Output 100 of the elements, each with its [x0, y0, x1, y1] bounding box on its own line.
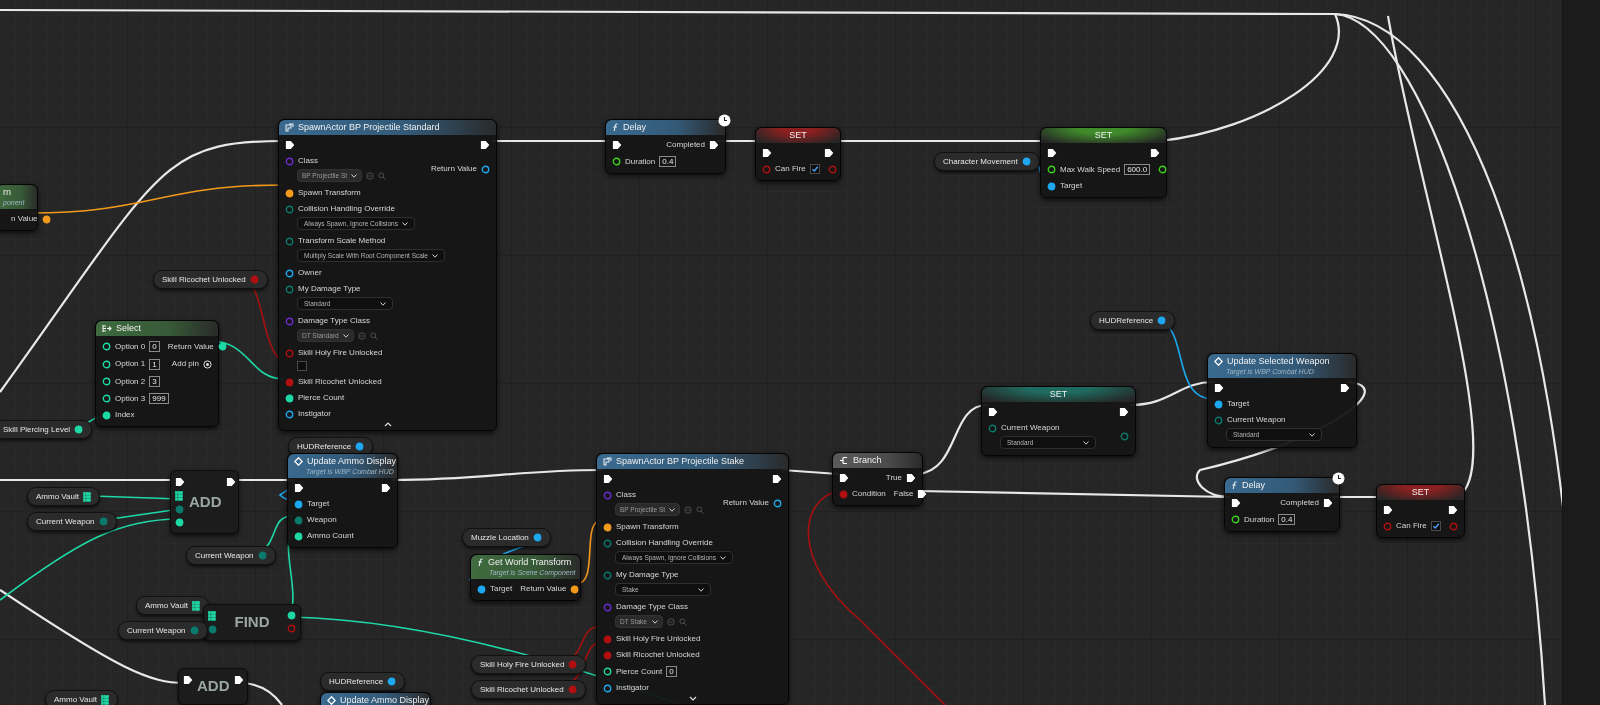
- exec-pin[interactable]: [612, 140, 622, 150]
- exec-pin[interactable]: [183, 675, 193, 685]
- exec-pin[interactable]: [1231, 498, 1241, 508]
- data-pin[interactable]: [603, 667, 612, 676]
- exec-pin[interactable]: [906, 473, 916, 483]
- data-pin[interactable]: [74, 425, 84, 434]
- data-pin[interactable]: [102, 342, 111, 351]
- data-pin[interactable]: [102, 394, 111, 403]
- chevron-down-icon[interactable]: [688, 696, 697, 701]
- exec-pin[interactable]: [381, 483, 391, 493]
- select-icon: [102, 324, 112, 333]
- exec-pin[interactable]: [285, 140, 295, 150]
- data-pin[interactable]: [773, 498, 782, 508]
- exec-pin[interactable]: [233, 675, 244, 685]
- exec-pin[interactable]: [175, 477, 185, 487]
- exec-pin[interactable]: [1340, 383, 1350, 393]
- data-pin[interactable]: [1214, 399, 1223, 409]
- value-field[interactable]: 0.4: [1278, 514, 1296, 525]
- data-pin[interactable]: [481, 164, 490, 174]
- pin-label: Duration: [1244, 514, 1275, 525]
- data-pin[interactable]: [294, 531, 303, 541]
- data-pin[interactable]: [1231, 515, 1240, 524]
- data-pin[interactable]: [102, 359, 111, 369]
- data-pin[interactable]: [1157, 316, 1167, 325]
- data-pin[interactable]: [41, 214, 51, 224]
- data-pin[interactable]: [603, 522, 612, 532]
- pin-label: Return Value: [167, 341, 214, 352]
- spawn-icon: [603, 457, 612, 466]
- checkbox[interactable]: [1430, 521, 1441, 531]
- node-title: SpawnActor BP Projectile Stake: [616, 456, 744, 467]
- node-title: ADD: [197, 676, 230, 696]
- checkbox[interactable]: [297, 361, 307, 371]
- value-field[interactable]: 1: [149, 358, 160, 370]
- pin-label: Collision Handling Override: [298, 204, 395, 214]
- exec-pin[interactable]: [988, 407, 998, 417]
- value-field[interactable]: 0.4: [659, 156, 677, 167]
- data-pin[interactable]: [1158, 165, 1168, 174]
- pin-label: Target: [490, 584, 513, 594]
- data-pin[interactable]: [1021, 157, 1031, 166]
- exec-pin[interactable]: [1383, 505, 1393, 515]
- value-field[interactable]: 600.0: [1124, 164, 1151, 175]
- exec-pin[interactable]: [762, 148, 772, 158]
- checkbox[interactable]: [809, 164, 820, 174]
- pin-label: Target: [1060, 181, 1083, 191]
- value-field[interactable]: 999: [149, 393, 169, 404]
- node-title: Delay: [1242, 480, 1265, 491]
- variable-name: HUDReference: [297, 440, 352, 453]
- node-title: SET: [1411, 487, 1430, 498]
- data-pin[interactable]: [570, 584, 580, 594]
- pin-label: Pierce Count: [616, 666, 663, 677]
- data-pin[interactable]: [387, 677, 397, 686]
- value-field[interactable]: 0: [666, 666, 677, 677]
- data-pin[interactable]: [285, 409, 294, 419]
- exec-pin[interactable]: [225, 477, 236, 487]
- value-field[interactable]: 3: [149, 376, 160, 387]
- map-pin[interactable]: [101, 694, 109, 705]
- exec-pin[interactable]: [709, 140, 719, 150]
- variable-name: HUDReference: [1099, 314, 1154, 327]
- data-pin[interactable]: [102, 410, 111, 420]
- pin-label: Can Fire: [775, 164, 806, 174]
- data-pin[interactable]: [1047, 181, 1056, 191]
- caret-icon: [1309, 432, 1315, 437]
- data-pin[interactable]: [285, 188, 294, 198]
- map-pin[interactable]: [192, 600, 200, 611]
- exec-pin[interactable]: [1214, 383, 1224, 393]
- function-icon: [477, 558, 484, 567]
- data-pin[interactable]: [285, 393, 294, 403]
- add-pin-button[interactable]: Add pin: [171, 358, 212, 370]
- pin-label: Collision Handling Override: [616, 538, 713, 548]
- exec-pin[interactable]: [294, 483, 304, 493]
- exec-pin[interactable]: [824, 148, 834, 158]
- exec-pin[interactable]: [1448, 505, 1458, 515]
- pin-label: Instigator: [616, 683, 649, 693]
- pin-label: Return Value: [722, 498, 769, 508]
- exec-pin[interactable]: [1150, 148, 1160, 158]
- exec-pin[interactable]: [839, 473, 849, 483]
- exec-pin[interactable]: [917, 489, 928, 499]
- pin-label: Completed: [666, 140, 705, 150]
- data-pin[interactable]: [217, 342, 227, 351]
- exec-pin[interactable]: [1119, 407, 1129, 417]
- data-pin[interactable]: [477, 584, 486, 594]
- value-field[interactable]: 0: [149, 341, 160, 352]
- data-pin[interactable]: [102, 377, 111, 386]
- data-pin[interactable]: [294, 499, 303, 509]
- data-pin[interactable]: [612, 157, 621, 166]
- data-pin[interactable]: [175, 518, 184, 527]
- exec-pin[interactable]: [480, 140, 490, 150]
- exec-pin[interactable]: [1323, 498, 1333, 508]
- chevron-up-icon[interactable]: [383, 422, 392, 427]
- data-pin[interactable]: [355, 442, 365, 451]
- data-pin[interactable]: [285, 268, 294, 278]
- exec-pin[interactable]: [772, 474, 782, 484]
- data-pin[interactable]: [1047, 165, 1056, 174]
- exec-pin[interactable]: [603, 474, 613, 484]
- data-pin[interactable]: [603, 683, 612, 693]
- caret-icon: [342, 333, 349, 338]
- data-pin[interactable]: [287, 611, 296, 620]
- data-pin[interactable]: [532, 533, 542, 542]
- exec-pin[interactable]: [1047, 148, 1057, 158]
- map-pin[interactable]: [83, 491, 91, 502]
